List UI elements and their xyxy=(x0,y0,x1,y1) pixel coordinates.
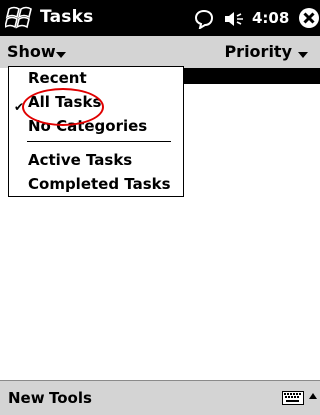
bottom-menu-bar: New Tools xyxy=(0,380,320,415)
input-panel-arrow-icon[interactable] xyxy=(309,393,317,399)
sort-priority-button[interactable]: Priority xyxy=(224,42,292,61)
message-bubble-icon[interactable] xyxy=(194,9,214,29)
windows-start-icon[interactable] xyxy=(5,3,35,33)
chevron-down-icon[interactable] xyxy=(56,52,66,58)
selected-task-row[interactable] xyxy=(180,68,320,84)
tools-menu-button[interactable]: Tools xyxy=(49,389,92,407)
close-icon[interactable] xyxy=(298,7,320,29)
clock: 4:08 xyxy=(252,9,290,27)
highlight-annotation-circle xyxy=(22,88,104,126)
menu-item-completed-tasks[interactable]: Completed Tasks xyxy=(28,175,171,193)
keyboard-icon[interactable] xyxy=(282,391,304,405)
show-dropdown-menu: Recent ✔ All Tasks No Categories Active … xyxy=(8,66,184,197)
title-bar: Tasks 4:08 xyxy=(0,0,320,36)
menu-item-recent[interactable]: Recent xyxy=(28,69,87,87)
show-menu-button[interactable]: Show xyxy=(7,42,56,61)
menu-item-active-tasks[interactable]: Active Tasks xyxy=(28,151,132,169)
speaker-icon[interactable] xyxy=(223,10,247,28)
chevron-down-icon[interactable] xyxy=(298,52,308,58)
menu-divider xyxy=(27,141,171,142)
filter-bar: Show Priority xyxy=(0,36,320,68)
app-title: Tasks xyxy=(40,7,94,27)
new-button[interactable]: New xyxy=(8,389,45,407)
